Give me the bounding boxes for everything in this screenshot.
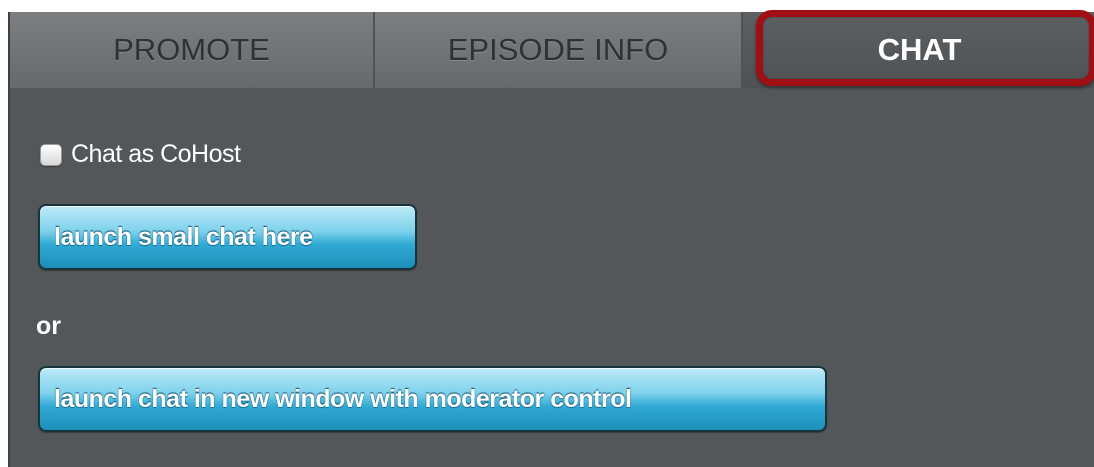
tab-chat-label: CHAT [877, 32, 962, 67]
tab-bar: PROMOTE EPISODE INFO CHAT [10, 12, 1094, 88]
tab-episode-info[interactable]: EPISODE INFO [375, 12, 743, 88]
launch-small-chat-button[interactable]: launch small chat here [38, 204, 417, 270]
chat-panel-container: PROMOTE EPISODE INFO CHAT Chat as CoHost… [8, 10, 1094, 467]
cohost-checkbox[interactable] [40, 143, 62, 166]
tab-chat[interactable]: CHAT [743, 12, 1094, 88]
cohost-option: Chat as CoHost [40, 140, 241, 169]
cohost-checkbox-label[interactable]: Chat as CoHost [71, 140, 241, 169]
tab-promote-label: PROMOTE [113, 32, 270, 67]
tab-promote[interactable]: PROMOTE [10, 12, 375, 88]
tab-episode-info-label: EPISODE INFO [447, 32, 669, 67]
launch-chat-new-window-button[interactable]: launch chat in new window with moderator… [38, 366, 827, 432]
or-separator-text: or [36, 312, 61, 340]
